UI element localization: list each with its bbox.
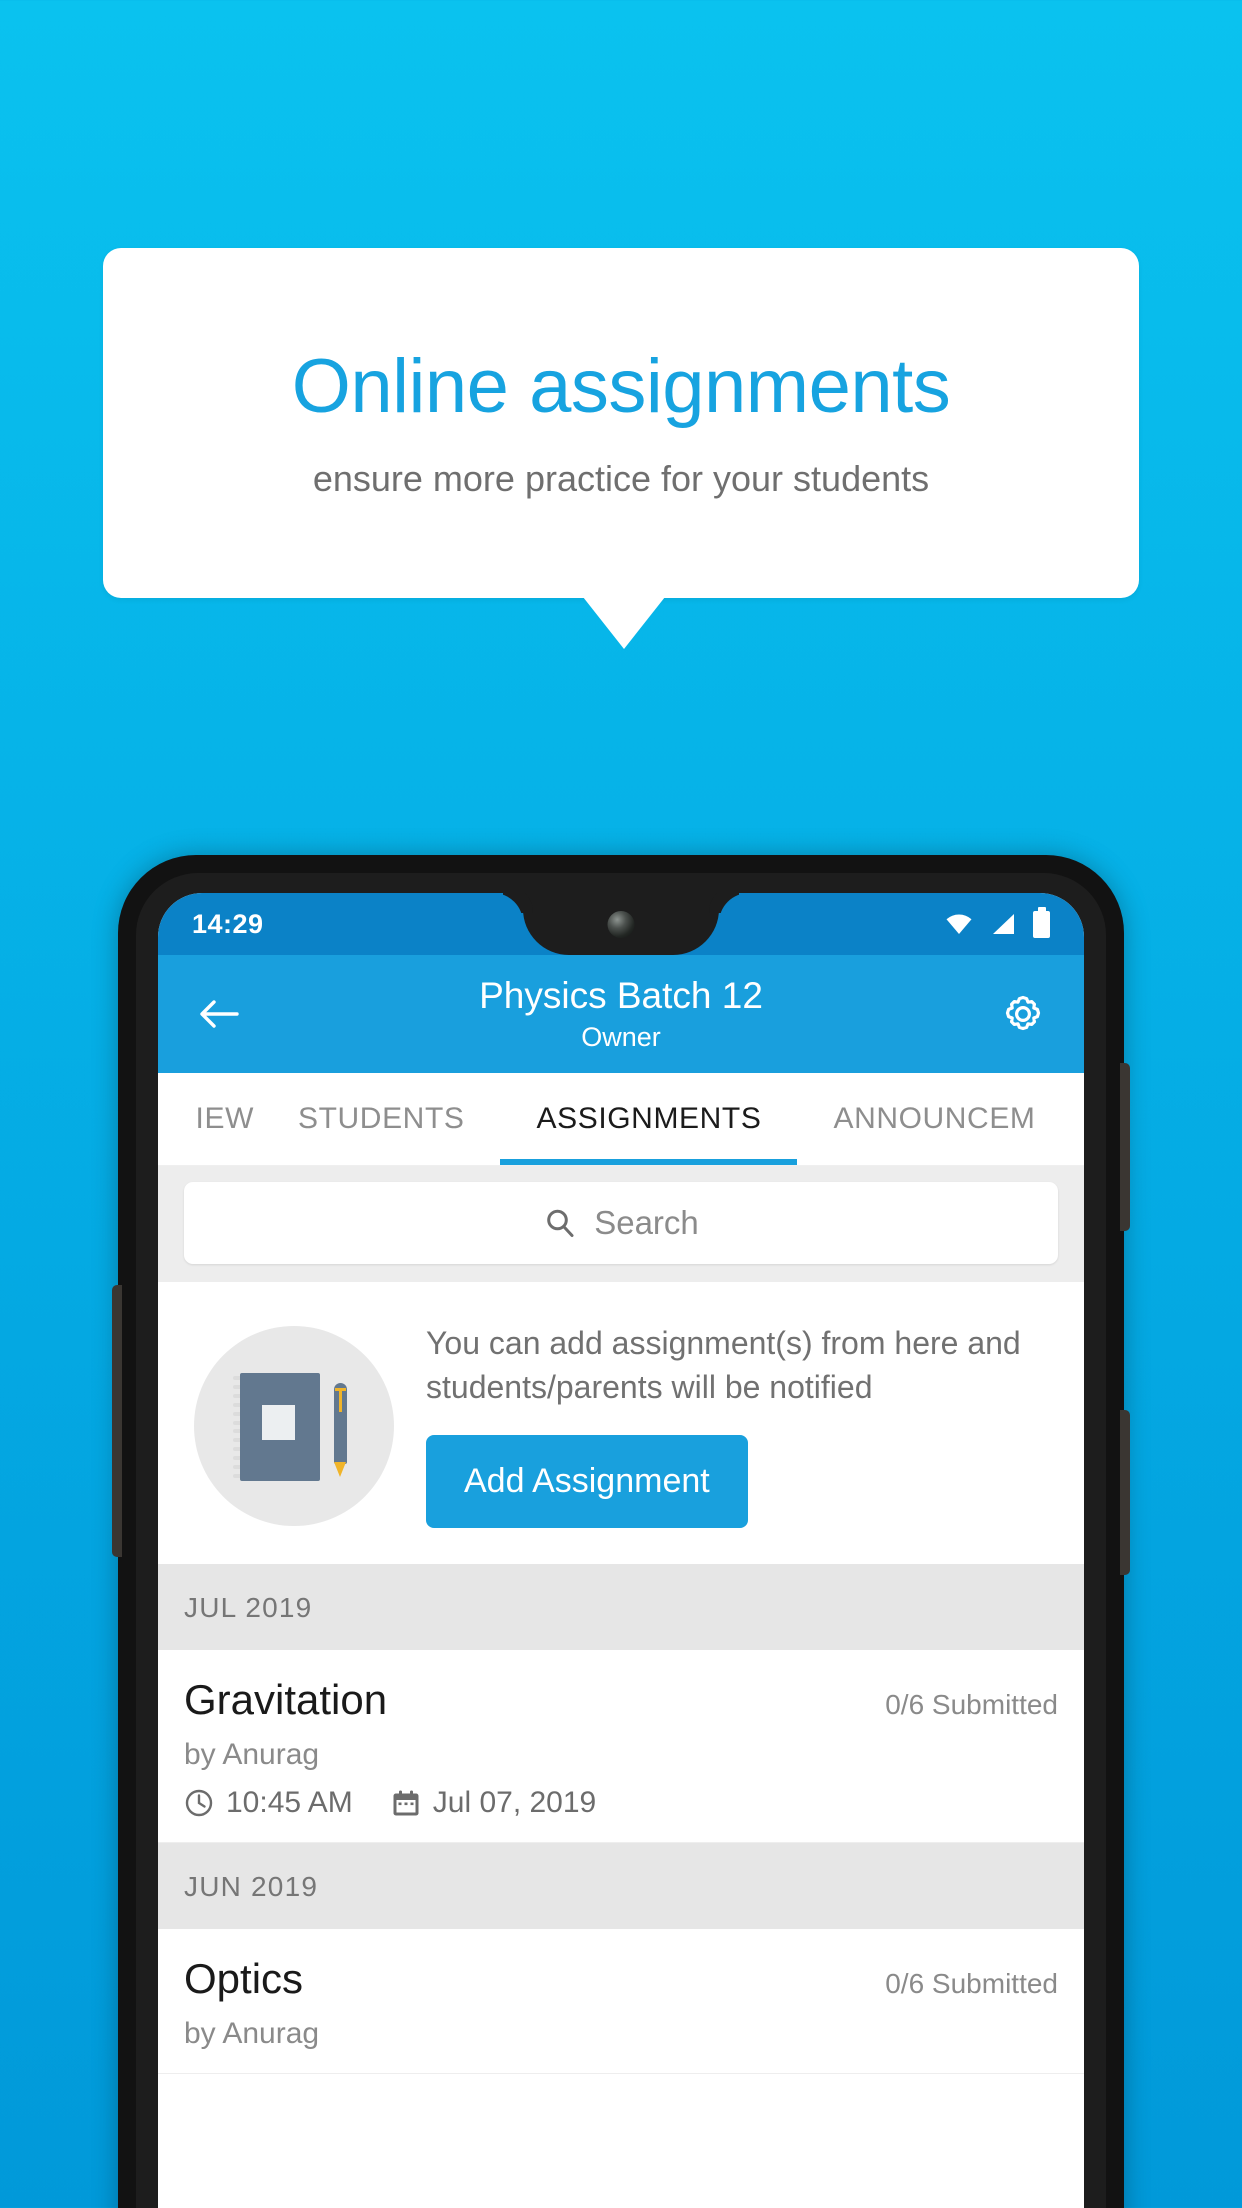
notebook-and-pen-icon (194, 1326, 394, 1526)
search-bar-container: Search (158, 1166, 1084, 1282)
tab-announcements[interactable]: ANNOUNCEM (797, 1073, 1071, 1165)
settings-button[interactable] (992, 992, 1054, 1036)
assignment-author: by Anurag (184, 2017, 320, 2051)
tab-assignments[interactable]: ASSIGNMENTS (500, 1073, 798, 1165)
notebook-label-icon (262, 1405, 295, 1440)
assignment-author: by Anurag (184, 1738, 320, 1772)
page-title: Physics Batch 12 (479, 975, 763, 1017)
pen-nib-icon (334, 1462, 346, 1477)
calendar-icon (393, 1790, 419, 1816)
pen-clip-icon (339, 1388, 342, 1412)
promo-headline: Online assignments (291, 344, 951, 429)
search-input[interactable]: Search (184, 1182, 1058, 1264)
back-button[interactable] (188, 997, 250, 1031)
assignment-meta: 10:45 AM Jul 07, 2019 (184, 1786, 1058, 1820)
add-assignment-button[interactable]: Add Assignment (426, 1435, 748, 1529)
tab-overview[interactable]: IEW (158, 1073, 262, 1165)
back-arrow-icon (200, 1000, 239, 1028)
table-row[interactable]: Optics 0/6 Submitted by Anurag (158, 1929, 1084, 2075)
front-camera-icon (607, 911, 635, 938)
month-header-jun: JUN 2019 (158, 1843, 1084, 1930)
promo-callout-tail (583, 597, 665, 649)
clock-icon (185, 1789, 213, 1817)
empty-state-message: You can add assignment(s) from here and … (426, 1325, 1021, 1405)
app-bar: Physics Batch 12 Owner (158, 955, 1084, 1073)
cellular-signal-icon (990, 913, 1016, 935)
empty-state-body: You can add assignment(s) from here and … (394, 1308, 1060, 1529)
month-header-jul: JUL 2019 (158, 1564, 1084, 1651)
tab-students[interactable]: STUDENTS (262, 1073, 500, 1165)
promo-callout-card: Online assignments ensure more practice … (103, 248, 1139, 598)
phone-left-button[interactable] (112, 1285, 122, 1557)
gear-icon (1005, 995, 1041, 1031)
status-badge: 0/6 Submitted (885, 1689, 1058, 1721)
assignment-time: 10:45 AM (226, 1786, 353, 1820)
tab-bar[interactable]: IEW STUDENTS ASSIGNMENTS ANNOUNCEM (158, 1073, 1084, 1166)
assignment-row-header: Optics 0/6 Submitted (184, 1955, 1058, 2003)
app-bar-titles: Physics Batch 12 Owner (250, 975, 992, 1053)
phone-volume-button[interactable] (1120, 1410, 1130, 1575)
assignment-row-header: Gravitation 0/6 Submitted (184, 1676, 1058, 1724)
table-row[interactable]: Gravitation 0/6 Submitted by Anurag 10:4… (158, 1650, 1084, 1844)
search-placeholder: Search (594, 1204, 699, 1241)
wifi-icon (945, 913, 973, 935)
empty-state-card: You can add assignment(s) from here and … (158, 1282, 1084, 1565)
assignment-title: Optics (184, 1955, 304, 2003)
battery-icon (1033, 910, 1050, 938)
assignment-date: Jul 07, 2019 (432, 1786, 597, 1820)
page-subtitle: Owner (581, 1021, 661, 1052)
phone-notch (523, 893, 719, 955)
phone-screen: 14:29 Physics Batch 12 Owner IEW STUDENT… (158, 893, 1084, 2208)
status-bar-icons (945, 910, 1050, 938)
search-icon (547, 1209, 574, 1237)
phone-power-button[interactable] (1120, 1063, 1130, 1231)
phone-device-mockup: 14:29 Physics Batch 12 Owner IEW STUDENT… (112, 855, 1130, 2208)
status-badge: 0/6 Submitted (885, 1968, 1058, 2000)
assignment-title: Gravitation (184, 1676, 388, 1724)
promo-subheadline: ensure more practice for your students (312, 458, 930, 499)
status-bar-clock: 14:29 (192, 908, 264, 939)
